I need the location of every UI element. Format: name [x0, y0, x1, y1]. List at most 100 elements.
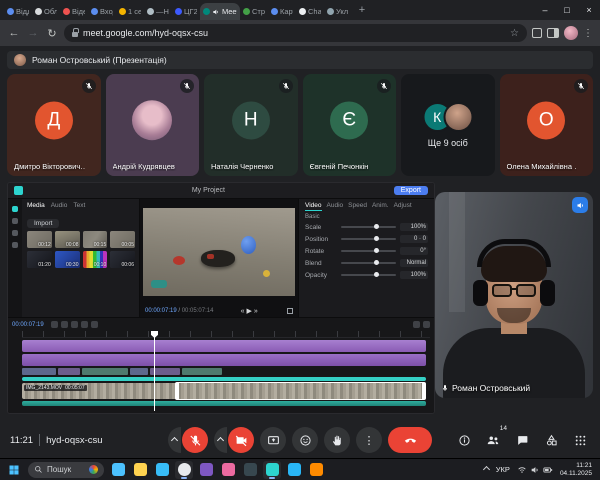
- participant-tile-nataliia[interactable]: Н Наталія Черненко: [204, 74, 298, 176]
- address-bar[interactable]: meet.google.com/hyd-oqsx-csu ☆: [64, 24, 527, 42]
- taskbar-clock[interactable]: 11:21 04.11.2025: [560, 462, 592, 478]
- taskbar-app-button[interactable]: [109, 461, 127, 479]
- inspector-section-title: Basic: [305, 214, 428, 220]
- start-button[interactable]: [5, 461, 23, 479]
- taskbar-app-button[interactable]: [153, 461, 171, 479]
- property-slider: [341, 262, 396, 264]
- tab-title: ЦГ2: [184, 7, 197, 16]
- glasses: [487, 284, 541, 298]
- text-icon: [12, 230, 18, 236]
- taskbar-app-button[interactable]: [175, 461, 193, 479]
- self-view-tile[interactable]: Роман Островський: [435, 192, 593, 398]
- browser-tab[interactable]: —На: [144, 3, 172, 20]
- side-panel-icon[interactable]: [547, 28, 559, 38]
- mic-off-icon: [377, 79, 391, 93]
- preview-canvas: [140, 199, 298, 304]
- present-button[interactable]: [260, 427, 286, 453]
- meeting-details-button[interactable]: [454, 430, 474, 450]
- reactions-button[interactable]: [292, 427, 318, 453]
- extensions-icon[interactable]: [532, 28, 542, 38]
- tab-favicon: [35, 8, 42, 15]
- timeline-playhead: [154, 331, 155, 411]
- property-label: Opacity: [305, 272, 337, 279]
- raise-hand-button[interactable]: [324, 427, 350, 453]
- audio-share-indicator: [572, 197, 588, 213]
- capcut-body: Media Audio Text Import 00:12: [8, 198, 434, 317]
- screen-share-capcut[interactable]: My Project Export Media: [7, 182, 435, 414]
- activities-button[interactable]: [541, 430, 561, 450]
- browser-tab[interactable]: Стрі: [240, 3, 268, 20]
- chat-button[interactable]: [512, 430, 532, 450]
- forward-button[interactable]: →: [26, 27, 40, 39]
- browser-tab[interactable]: Карт: [268, 3, 296, 20]
- headphone-cup-right: [540, 280, 555, 306]
- camera-options-button[interactable]: [214, 427, 227, 453]
- participant-tile-olena[interactable]: О Олена Михайлівна …: [500, 74, 594, 176]
- kebab-icon: ⋮: [364, 434, 375, 447]
- clip-duration: 01:20: [38, 262, 51, 268]
- taskbar-app-button[interactable]: [197, 461, 215, 479]
- activities-icon: [545, 434, 558, 447]
- browser-tab[interactable]: Відд: [4, 3, 32, 20]
- taskbar-app-button[interactable]: [285, 461, 303, 479]
- profile-avatar[interactable]: [564, 26, 578, 40]
- camera-off-button[interactable]: [228, 427, 254, 453]
- host-controls-button[interactable]: [570, 430, 590, 450]
- participant-tile-yevhenii[interactable]: Є Євгеній Печонкін: [303, 74, 397, 176]
- tab-title: Відео: [72, 7, 85, 16]
- clip-duration: 00:08: [66, 242, 79, 248]
- mic-options-button[interactable]: [168, 427, 181, 453]
- maximize-button[interactable]: □: [556, 0, 578, 20]
- taskbar-app-button[interactable]: [263, 461, 281, 479]
- blue-balloon: [241, 236, 256, 254]
- bookmark-star-icon[interactable]: ☆: [510, 28, 519, 39]
- browser-menu-button[interactable]: ⋮: [583, 28, 593, 39]
- tray-expand-icon[interactable]: [483, 466, 490, 473]
- browser-tab[interactable]: Обли: [32, 3, 60, 20]
- browser-tab[interactable]: Chat: [296, 3, 324, 20]
- app-icon: [288, 463, 301, 476]
- media-thumbnail: 00:05: [110, 231, 135, 248]
- app-icon: [178, 463, 191, 476]
- mic-mute-button[interactable]: [182, 427, 208, 453]
- back-button[interactable]: ←: [7, 27, 21, 39]
- tab-favicon: [63, 8, 70, 15]
- property-slider: [341, 238, 396, 240]
- new-tab-button[interactable]: +: [354, 2, 370, 18]
- taskbar-app-button[interactable]: [219, 461, 237, 479]
- browser-tab[interactable]: Meet: [200, 3, 240, 20]
- participant-tile-dmytro[interactable]: Д Дмитро Вікторович…: [7, 74, 101, 176]
- participant-tile-andrii[interactable]: Андрій Кудрявцев: [106, 74, 200, 176]
- property-label: Position: [305, 236, 337, 243]
- taskbar-app-button[interactable]: [131, 461, 149, 479]
- leave-call-button[interactable]: [388, 427, 432, 453]
- browser-tab[interactable]: Вход: [88, 3, 116, 20]
- battery-icon: [543, 465, 553, 475]
- more-participants-tile[interactable]: К Ще 9 осіб: [401, 74, 495, 176]
- select-tool-icon: [51, 321, 58, 328]
- media-thumbnail: 00:30: [55, 251, 80, 268]
- reload-button[interactable]: ↻: [45, 27, 59, 40]
- close-button[interactable]: ×: [578, 0, 600, 20]
- next-frame-icon: »: [254, 308, 260, 315]
- search-icon: [34, 465, 43, 474]
- video-clip-label: IMG_2143.MOV00:05:07: [24, 385, 87, 391]
- taskbar-app-button[interactable]: [307, 461, 325, 479]
- more-options-button[interactable]: ⋮: [356, 427, 382, 453]
- tray-status-icons[interactable]: [517, 465, 553, 475]
- browser-tab[interactable]: ЦГ2: [172, 3, 200, 20]
- browser-tab[interactable]: Відео: [60, 3, 88, 20]
- minimize-button[interactable]: –: [534, 0, 556, 20]
- media-thumbnail: 00:08: [55, 231, 80, 248]
- property-label: Rotate: [305, 248, 337, 255]
- app-icon: [112, 463, 125, 476]
- taskbar-search[interactable]: Пошук: [28, 462, 104, 478]
- text-track-1: [22, 340, 426, 352]
- language-indicator[interactable]: УКР: [496, 465, 510, 474]
- people-button[interactable]: 14: [483, 430, 503, 450]
- chevron-up-icon: [217, 436, 224, 443]
- browser-tab[interactable]: 1 се: [116, 3, 144, 20]
- search-label: Пошук: [47, 465, 71, 474]
- taskbar-app-button[interactable]: [241, 461, 259, 479]
- browser-tab[interactable]: Укл: [324, 3, 352, 20]
